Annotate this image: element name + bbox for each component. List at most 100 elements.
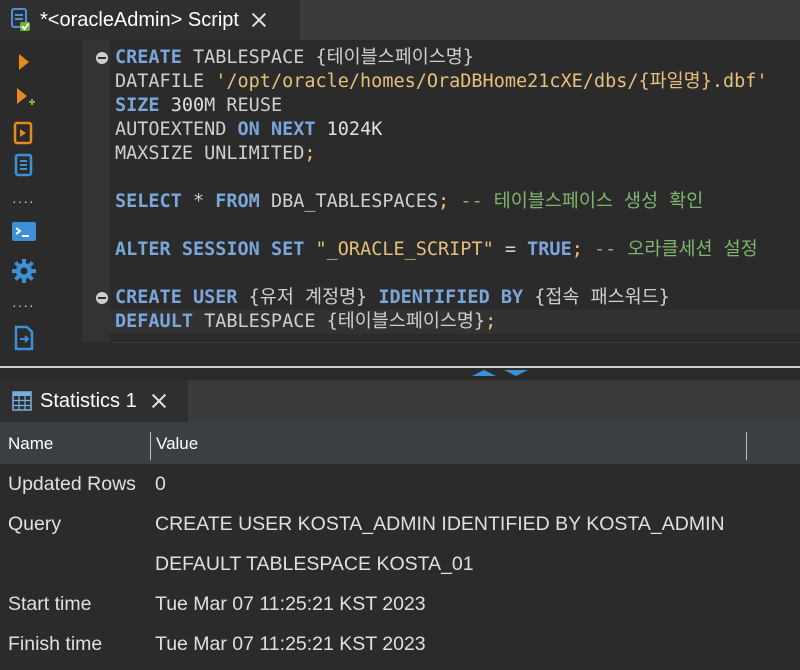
statistics-tab-title: Statistics 1 (40, 389, 137, 412)
code-token: AUTOEXTEND (115, 119, 238, 140)
close-icon[interactable] (151, 393, 167, 409)
code-token: ; (304, 143, 316, 164)
table-header: Name Value (0, 422, 800, 464)
column-divider[interactable] (150, 432, 151, 460)
code-token: "_ORACLE_SCRIPT" (315, 239, 494, 260)
load-script-icon[interactable] (10, 152, 38, 180)
code-token: * (181, 191, 216, 212)
row-name: Updated Rows (8, 473, 136, 495)
row-name: Query (8, 513, 62, 535)
row-value: 0 (155, 473, 166, 495)
results-tab-bar: Statistics 1 (0, 380, 800, 422)
code-token: 1024K (315, 119, 383, 140)
fold-icon[interactable] (96, 292, 108, 304)
explain-plan-icon[interactable] (10, 120, 38, 148)
column-header-name[interactable]: Name (8, 434, 53, 454)
sql-editor[interactable]: ···· ···· CREATE TABLESPACE {테이블스페이스명} DA… (0, 40, 800, 369)
row-name: Start time (8, 593, 92, 615)
code-token: SELECT (115, 191, 182, 212)
table-row[interactable]: Start time Tue Mar 07 11:25:21 KST 2023 (0, 584, 800, 624)
code-token: BY (500, 287, 524, 308)
code-line[interactable]: CREATE USER {유저 계정명} IDENTIFIED BY {접속 패… (115, 286, 768, 310)
fold-icon[interactable] (96, 52, 108, 64)
code-token: TRUE (527, 239, 572, 260)
tab-statistics[interactable]: Statistics 1 (0, 380, 188, 422)
code-token: '/opt/oracle/homes/OraDBHome21cXE/dbs/{파… (215, 71, 768, 92)
table-row[interactable]: Query CREATE USER KOSTA_ADMIN IDENTIFIED… (0, 504, 800, 544)
row-value: DEFAULT TABLESPACE KOSTA_01 (155, 553, 474, 575)
code-token: M REUSE (204, 95, 283, 116)
export-icon[interactable] (10, 324, 38, 352)
code-line[interactable]: CREATE TABLESPACE {테이블스페이스명} (115, 46, 768, 70)
table-row[interactable]: Finish time Tue Mar 07 11:25:21 KST 2023 (0, 624, 800, 664)
row-name: Finish time (8, 633, 103, 655)
run-script-icon[interactable] (10, 84, 38, 112)
code-token: IDENTIFIED (378, 287, 490, 308)
code-line[interactable]: DATAFILE '/opt/oracle/homes/OraDBHome21c… (115, 70, 768, 94)
column-divider[interactable] (746, 432, 747, 460)
run-statement-icon[interactable] (10, 48, 38, 76)
editor-tab-script[interactable]: *<oracleAdmin> Script (0, 0, 300, 40)
code-token: TABLESPACE {테이블스페이스명} (181, 47, 474, 68)
toolbar-separator: ···· (12, 193, 35, 209)
code-line[interactable]: MAXSIZE UNLIMITED; (115, 142, 768, 166)
table-row[interactable]: DEFAULT TABLESPACE KOSTA_01 (0, 544, 800, 584)
code-token: MAXSIZE UNLIMITED (115, 143, 305, 164)
code-text[interactable]: CREATE TABLESPACE {테이블스페이스명} DATAFILE '/o… (115, 46, 768, 334)
code-token: DATAFILE (115, 71, 216, 92)
table-row[interactable]: Updated Rows 0 (0, 464, 800, 504)
code-token: CREATE (115, 287, 182, 308)
code-line[interactable]: ALTER SESSION SET "_ORACLE_SCRIPT" = TRU… (115, 238, 768, 262)
code-line[interactable]: ​ (115, 214, 768, 238)
code-line[interactable]: AUTOEXTEND ON NEXT 1024K (115, 118, 768, 142)
panel-splitter[interactable] (0, 366, 800, 380)
statistics-table: Updated Rows 0 Query CREATE USER KOSTA_A… (0, 464, 800, 670)
code-token: TABLESPACE {테이블스페이스명} (192, 311, 486, 332)
code-token: USER (192, 287, 238, 308)
toolbar-separator: ···· (12, 297, 35, 313)
splitter-arrows-icon[interactable] (470, 368, 530, 378)
code-token: DBA_TABLESPACES (259, 191, 439, 212)
code-line[interactable]: ​ (115, 166, 768, 190)
editor-tab-title: *<oracleAdmin> Script (40, 8, 239, 31)
code-token: SIZE (115, 95, 160, 116)
code-token: SET (270, 239, 305, 260)
code-token: -- 오라클세션 설정 (582, 239, 758, 260)
code-line[interactable]: ​ (115, 262, 768, 286)
code-token: = (493, 239, 528, 260)
code-token: ; (485, 311, 497, 332)
code-token: FROM (215, 191, 260, 212)
code-line[interactable]: DEFAULT TABLESPACE {테이블스페이스명}; (115, 310, 768, 334)
column-header-value[interactable]: Value (156, 434, 198, 454)
settings-icon[interactable] (10, 257, 38, 285)
code-token: ; (571, 239, 583, 260)
grid-icon (12, 391, 32, 411)
code-token: ON (237, 119, 260, 140)
terminal-icon[interactable] (10, 218, 38, 246)
code-token: CREATE (115, 47, 182, 68)
code-token: 300 (159, 95, 205, 116)
code-token: ALTER (115, 239, 171, 260)
code-token: DEFAULT (115, 311, 193, 332)
row-value: CREATE USER KOSTA_ADMIN IDENTIFIED BY KO… (155, 513, 725, 535)
editor-tab-bar: *<oracleAdmin> Script (0, 0, 800, 40)
code-line[interactable]: SELECT * FROM DBA_TABLESPACES; -- 테이블스페이… (115, 190, 768, 214)
close-icon[interactable] (251, 12, 267, 28)
editor-scroll-area (112, 342, 800, 369)
editor-toolbar: ···· ···· (0, 40, 48, 368)
code-token: {접속 패스워드} (523, 287, 670, 308)
script-file-icon (10, 8, 32, 32)
code-token: {유저 계정명} (237, 287, 379, 308)
code-token: SESSION (181, 239, 260, 260)
code-token: -- 테이블스페이스 생성 확인 (449, 191, 704, 212)
code-line[interactable]: SIZE 300M REUSE (115, 94, 768, 118)
row-value: Tue Mar 07 11:25:21 KST 2023 (155, 593, 426, 615)
code-token: ; (438, 191, 450, 212)
code-token: NEXT (270, 119, 316, 140)
